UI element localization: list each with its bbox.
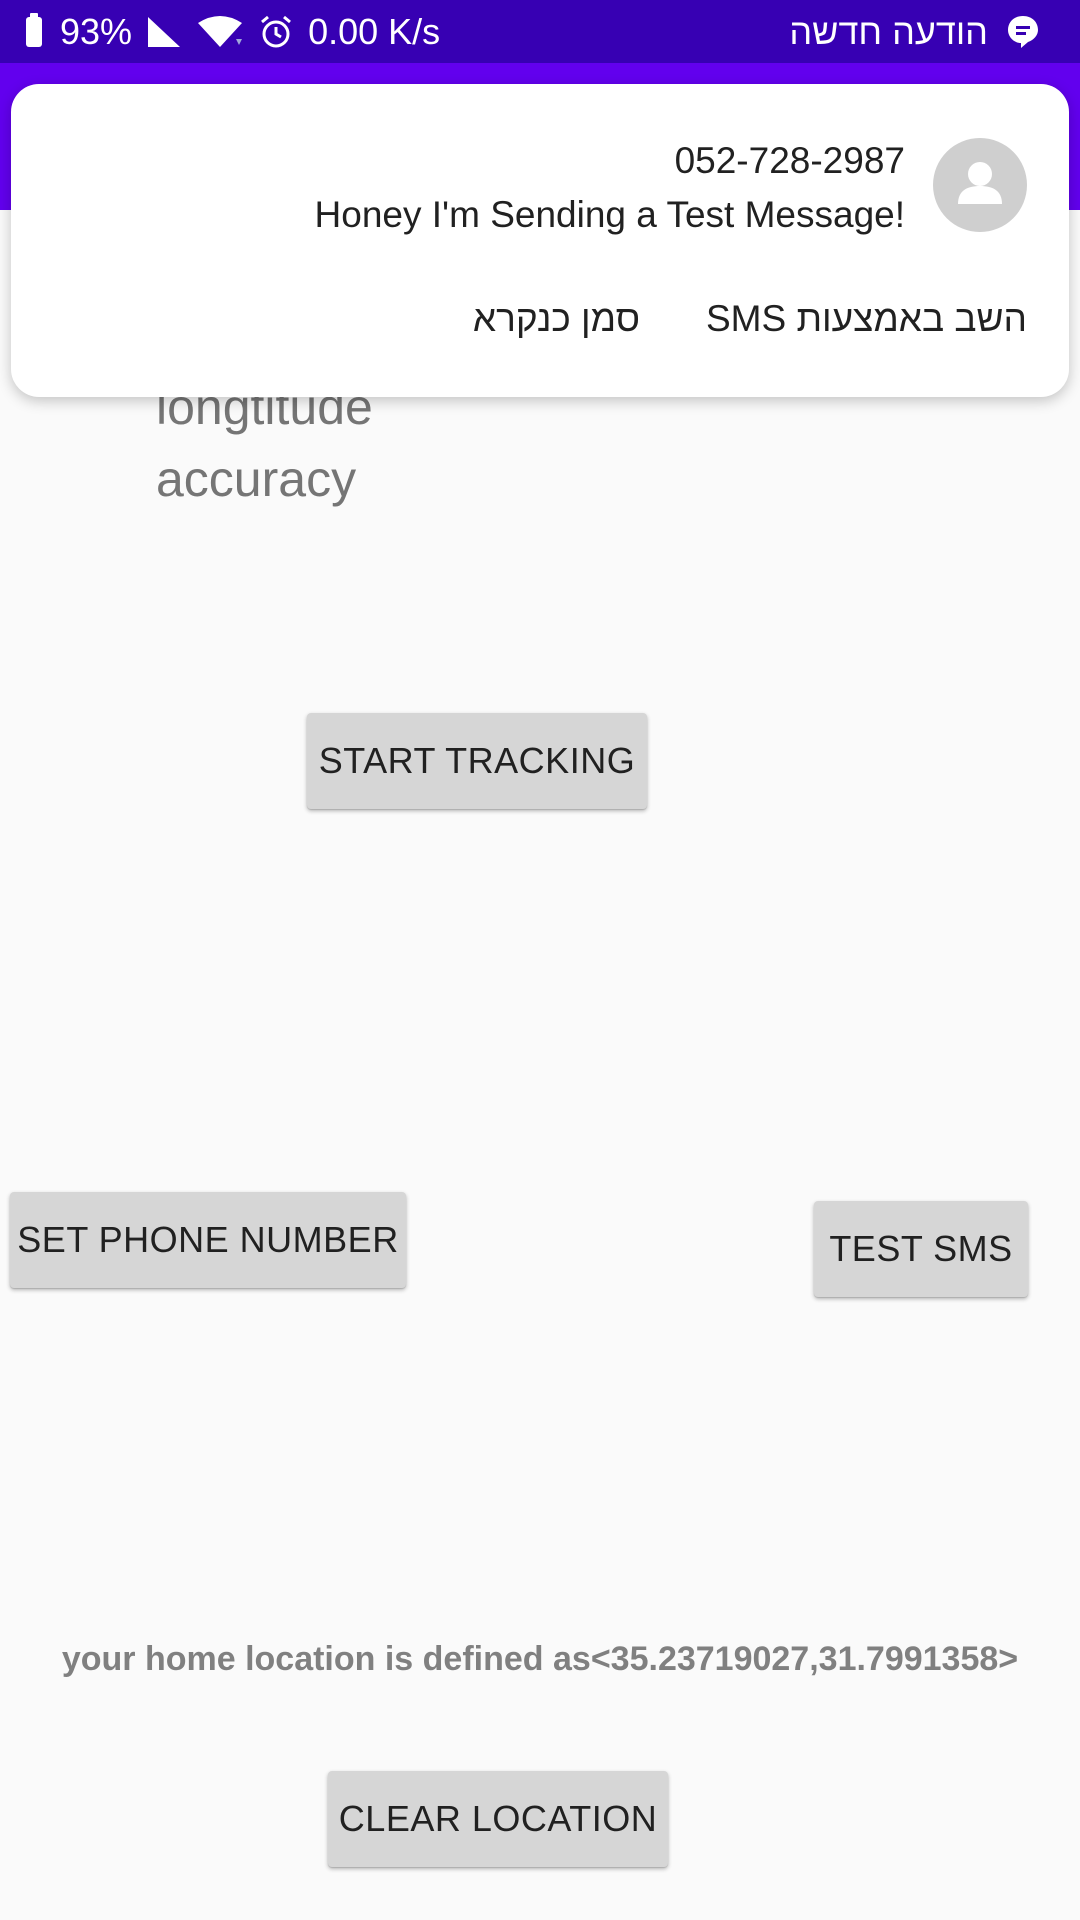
notification-label: הודעה חדשה	[789, 10, 988, 52]
reply-via-sms-button[interactable]: השב באמצעות SMS	[706, 298, 1027, 340]
alarm-icon	[258, 14, 294, 50]
sms-notification[interactable]: 052-728-2987 Honey I'm Sending a Test Me…	[11, 84, 1069, 397]
clear-location-button[interactable]: CLEAR LOCATION	[328, 1771, 668, 1867]
status-left-group: 93% 0.00 K/s	[26, 11, 440, 53]
notification-sender: 052-728-2987	[674, 140, 905, 181]
message-icon	[1006, 14, 1040, 50]
net-speed: 0.00 K/s	[308, 10, 441, 52]
status-bar: 93% 0.00 K/s הודעה חדשה	[0, 0, 1080, 63]
mark-as-read-button[interactable]: סמן כנקרא	[473, 298, 640, 340]
home-location-text: your home location is defined as<35.2371…	[61, 1640, 1019, 1678]
accuracy-label: accuracy	[156, 451, 357, 507]
wifi-icon	[196, 15, 244, 49]
start-tracking-button[interactable]: START TRACKING	[307, 713, 647, 809]
status-right-group: הודעה חדשה	[789, 11, 1040, 53]
battery-icon	[26, 12, 42, 47]
notification-message: Honey I'm Sending a Test Message!	[314, 194, 905, 235]
set-phone-number-button[interactable]: SET PHONE NUMBER	[10, 1192, 406, 1288]
signal-icon	[146, 15, 182, 49]
contact-avatar-icon	[933, 138, 1027, 232]
battery-percent: 93%	[60, 10, 133, 52]
test-sms-button[interactable]: TEST SMS	[814, 1201, 1028, 1297]
